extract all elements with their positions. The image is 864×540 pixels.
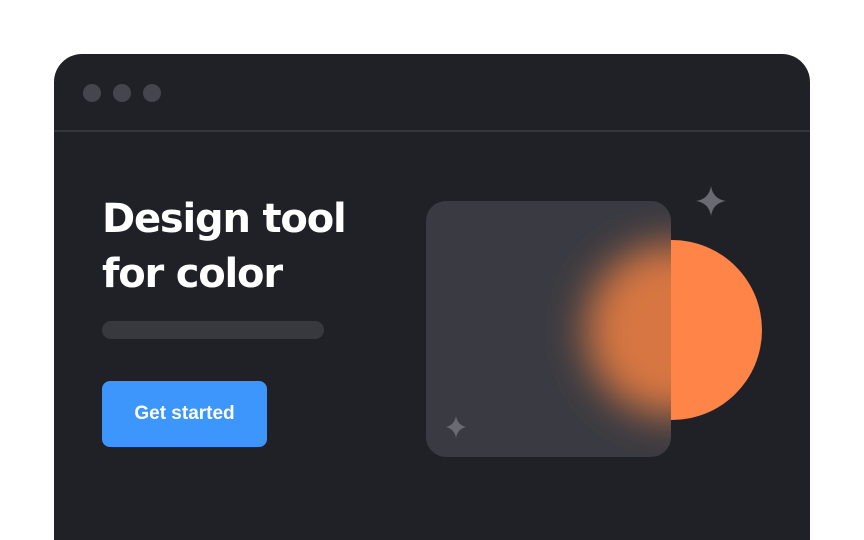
get-started-button[interactable]: Get started	[102, 381, 267, 447]
text-placeholder-bar	[102, 321, 324, 339]
hero-illustration	[414, 174, 774, 474]
window-control-dot[interactable]	[113, 84, 131, 102]
hero-headline: Design tool for color	[102, 192, 347, 302]
sparkle-icon	[696, 186, 726, 216]
hero-headline-line1: Design tool	[102, 196, 347, 242]
window-control-dot[interactable]	[83, 84, 101, 102]
window-control-dot[interactable]	[143, 84, 161, 102]
app-window: Design tool for color Get started	[54, 54, 810, 540]
color-illustration	[426, 186, 762, 457]
hero-headline-line2: for color	[102, 251, 283, 297]
window-titlebar	[54, 54, 810, 132]
